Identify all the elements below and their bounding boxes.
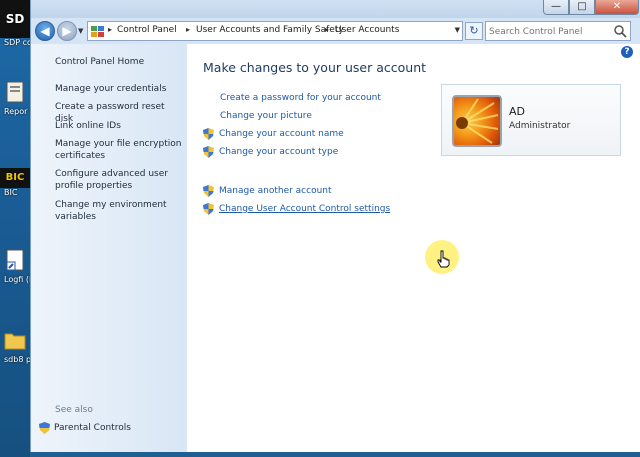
control-panel-icon (91, 26, 104, 37)
desktop-icon-bic[interactable]: BIC BIC (0, 168, 30, 198)
desktop-icon-sdb[interactable]: sdb8 pi 2.3 (0, 328, 30, 365)
change-account-type-label: Change your account type (219, 147, 339, 157)
control-panel-home-link[interactable]: Control Panel Home (55, 56, 183, 68)
address-dropdown-icon[interactable]: ▼ (455, 26, 460, 34)
forward-button[interactable]: ▶ (57, 21, 77, 41)
search-box[interactable] (485, 21, 631, 41)
manage-file-encryption-link[interactable]: Manage your file encryption certificates (55, 138, 183, 162)
main-pane: ? Make changes to your user account Crea… (187, 44, 640, 452)
uac-shield-icon (203, 128, 214, 140)
change-account-type-link[interactable]: Change your account type (203, 146, 338, 158)
control-panel-window: — □ ✕ ◀ ▶ ▼ ▸ Control Panel ▸ User Accou… (30, 0, 640, 452)
desktop-icon-sdp[interactable]: SD SDP configu (0, 0, 30, 48)
uac-shield-icon (203, 185, 214, 197)
desktop-icon-report[interactable]: Repor (SDP (0, 80, 30, 117)
title-bar: — □ ✕ (31, 0, 640, 18)
document-icon (6, 81, 24, 103)
help-icon[interactable]: ? (621, 46, 633, 58)
page-title: Make changes to your user account (203, 60, 427, 75)
breadcrumb-control-panel[interactable]: Control Panel (117, 25, 177, 35)
breadcrumb-separator-icon[interactable]: ▸ (325, 25, 329, 34)
breadcrumb-user-accounts-family-safety[interactable]: User Accounts and Family Safety (196, 25, 344, 35)
close-button[interactable]: ✕ (595, 0, 639, 15)
desktop-icon-label: Logfi (BIC (4, 275, 30, 284)
manage-another-account-link[interactable]: Manage another account (203, 185, 332, 197)
change-account-name-label: Change your account name (219, 129, 344, 139)
search-input[interactable] (489, 24, 609, 39)
desktop-icon-label: sdb8 pi 2.3 (4, 355, 30, 364)
account-tile: AD Administrator (441, 84, 621, 156)
folder-icon (4, 333, 26, 350)
desktop-strip: SD SDP configu Repor (SDP BIC BIC Logfi … (0, 0, 30, 457)
search-icon[interactable] (613, 24, 627, 38)
recent-pages-dropdown-icon[interactable]: ▼ (78, 27, 83, 35)
hand-cursor-icon (437, 250, 450, 268)
change-account-name-link[interactable]: Change your account name (203, 128, 344, 140)
task-pane: Control Panel Home Manage your credentia… (31, 44, 187, 452)
desktop-icon-label: Repor (SDP (4, 107, 30, 116)
navigation-bar: ◀ ▶ ▼ ▸ Control Panel ▸ User Accounts an… (31, 18, 640, 44)
configure-advanced-profile-link[interactable]: Configure advanced user profile properti… (55, 168, 183, 192)
sdp-icon: SD (0, 0, 30, 38)
uac-shield-icon (203, 146, 214, 158)
shortcut-icon (6, 249, 24, 271)
address-bar[interactable]: ▸ Control Panel ▸ User Accounts and Fami… (87, 21, 463, 41)
desktop-icon-log[interactable]: Logfi (BIC (0, 248, 30, 285)
minimize-button[interactable]: — (543, 0, 569, 15)
maximize-button[interactable]: □ (569, 0, 595, 15)
create-password-link[interactable]: Create a password for your account (220, 93, 381, 103)
uac-shield-icon (39, 422, 50, 434)
breadcrumb-separator-icon[interactable]: ▸ (108, 25, 112, 34)
change-uac-settings-label: Change User Account Control settings (219, 204, 391, 214)
parental-controls-label: Parental Controls (54, 423, 131, 433)
manage-credentials-link[interactable]: Manage your credentials (55, 83, 183, 95)
change-environment-variables-link[interactable]: Change my environment variables (55, 199, 183, 223)
refresh-button[interactable]: ↻ (465, 22, 483, 40)
avatar (452, 95, 502, 147)
breadcrumb-separator-icon[interactable]: ▸ (186, 25, 190, 34)
breadcrumb-user-accounts[interactable]: User Accounts (335, 25, 399, 35)
back-button[interactable]: ◀ (35, 21, 55, 41)
change-picture-link[interactable]: Change your picture (220, 111, 312, 121)
create-password-label: Create a password for your account (220, 93, 381, 103)
see-also-heading: See also (55, 405, 93, 415)
change-picture-label: Change your picture (220, 111, 312, 121)
bic-icon: BIC (0, 168, 30, 188)
manage-another-account-label: Manage another account (219, 186, 332, 196)
link-online-ids-link[interactable]: Link online IDs (55, 120, 183, 132)
uac-shield-icon (203, 203, 214, 215)
account-type: Administrator (509, 121, 571, 131)
account-name: AD (509, 105, 525, 118)
parental-controls-link[interactable]: Parental Controls (39, 422, 131, 434)
desktop-icon-label: BIC (4, 188, 18, 197)
change-uac-settings-link[interactable]: Change User Account Control settings (203, 203, 390, 215)
flower-picture-icon (456, 98, 499, 144)
desktop-icon-label: SDP configu (4, 38, 30, 47)
content-area: Control Panel Home Manage your credentia… (31, 44, 640, 452)
